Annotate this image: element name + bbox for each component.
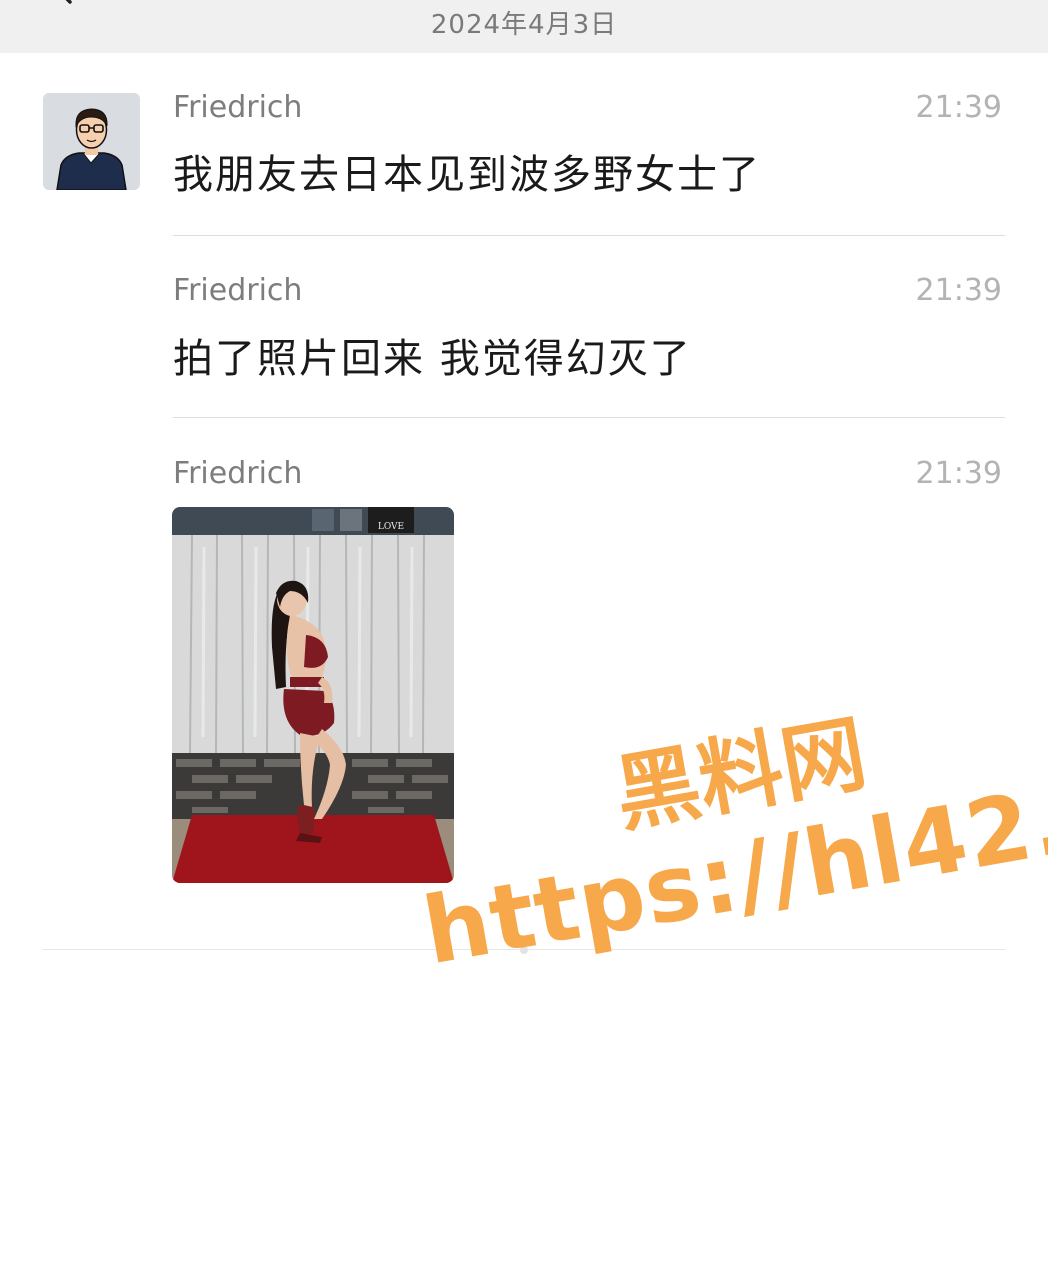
photo-attachment[interactable]: LOVE — [172, 507, 454, 883]
header-bar: 2024年4月3日 — [0, 0, 1048, 53]
chat-history-page: 2024年4月3日 Friedrich 21:39 我朋友去日本见到波多野女士了… — [0, 0, 1048, 1280]
avatar[interactable] — [43, 93, 140, 190]
date-title: 2024年4月3日 — [430, 10, 618, 40]
message-text[interactable]: 我朋友去日本见到波多野女士了 — [173, 142, 761, 200]
message-time: 21:39 — [915, 456, 1002, 491]
message-sender[interactable]: Friedrich — [173, 90, 302, 125]
message-time: 21:39 — [915, 273, 1002, 308]
message-sender[interactable]: Friedrich — [173, 456, 302, 491]
photo-image: LOVE — [172, 507, 454, 883]
photo-sign-text: LOVE — [378, 522, 404, 532]
message-divider — [173, 417, 1005, 418]
message-sender[interactable]: Friedrich — [173, 273, 302, 308]
message-text[interactable]: 拍了照片回来 我觉得幻灭了 — [173, 326, 692, 384]
message-divider — [173, 235, 1005, 236]
person-avatar-icon — [43, 93, 140, 190]
message-time: 21:39 — [915, 90, 1002, 125]
